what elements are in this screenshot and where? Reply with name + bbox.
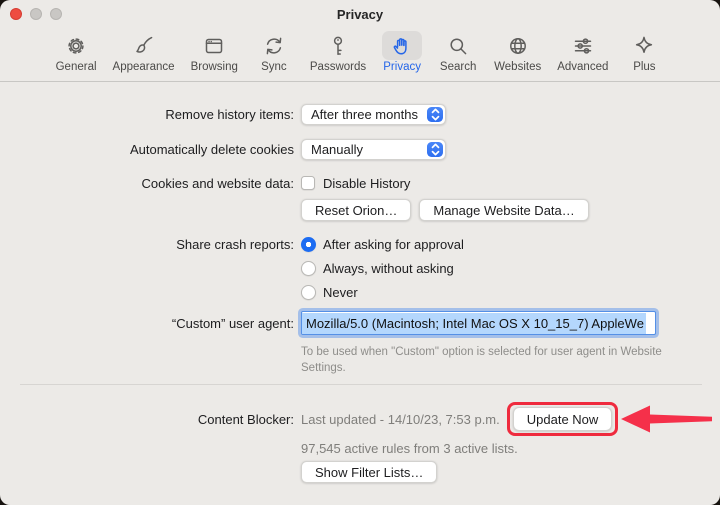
tab-label: Privacy [383, 61, 421, 73]
selected-text: Mozilla/5.0 (Macintosh; Intel Mac OS X 1… [302, 312, 646, 334]
zoom-window-button[interactable] [50, 8, 62, 20]
user-agent-help-text: To be used when "Custom" option is selec… [301, 346, 662, 374]
tab-browsing[interactable]: Browsing [186, 31, 243, 73]
custom-user-agent-label: “Custom” user agent: [171, 315, 294, 331]
close-window-button[interactable] [10, 8, 22, 20]
tab-label: Websites [494, 61, 542, 73]
tab-label: Advanced [557, 61, 609, 73]
section-divider [20, 384, 702, 385]
active-rules-text: 97,545 active rules from 3 active lists. [301, 440, 518, 456]
radio[interactable] [301, 284, 316, 300]
gear-icon [68, 37, 84, 54]
sync-arrows-icon [266, 37, 282, 54]
magnifier-icon [450, 37, 467, 54]
reset-orion-button[interactable]: Reset Orion… [301, 199, 412, 221]
disable-history-label: Disable History [323, 175, 411, 191]
tab-websites[interactable]: Websites [489, 31, 546, 73]
tab-label: General [55, 61, 97, 73]
website-data-label: Cookies and website data: [141, 175, 294, 191]
minimize-window-button[interactable] [30, 8, 42, 20]
tab-advanced[interactable]: Advanced [552, 31, 613, 73]
tab-plus[interactable]: Plus [619, 31, 669, 73]
hand-icon [393, 37, 407, 55]
browser-window-icon [205, 38, 223, 53]
tab-general[interactable]: General [51, 31, 102, 73]
disable-history-checkbox[interactable] [301, 176, 315, 190]
tab-label: Passwords [309, 61, 367, 73]
delete-cookies-popup[interactable]: Manually [301, 138, 446, 160]
show-filter-lists-button[interactable]: Show Filter Lists… [301, 461, 438, 483]
preferences-window: Privacy General Appearance Browsing Sync… [0, 0, 720, 505]
sparkle-icon [636, 36, 653, 53]
tab-label: Search [439, 61, 477, 73]
sliders-icon [574, 37, 592, 54]
popup-stepper-icon [427, 141, 443, 157]
radio[interactable] [301, 260, 316, 276]
tab-privacy[interactable]: Privacy [377, 31, 427, 73]
remove-history-label: Remove history items: [165, 106, 294, 122]
popup-value: After three months [311, 106, 418, 122]
paintbrush-icon [135, 36, 152, 53]
tab-passwords[interactable]: Passwords [305, 31, 371, 73]
tab-label: Appearance [112, 61, 175, 73]
annotation-arrow-icon [621, 405, 713, 433]
update-now-button[interactable]: Update Now [512, 407, 613, 431]
custom-user-agent-field[interactable]: Mozilla/5.0 (Macintosh; Intel Mac OS X 1… [301, 311, 656, 335]
tab-sync[interactable]: Sync [249, 31, 299, 73]
annotation-highlight-box: Update Now [506, 402, 713, 436]
crash-option-always[interactable]: Always, without asking [301, 260, 464, 276]
tab-label: Plus [633, 61, 656, 73]
globe-icon [509, 37, 526, 54]
key-icon [333, 36, 343, 55]
window-title: Privacy [336, 6, 384, 22]
tab-search[interactable]: Search [433, 31, 483, 73]
radio-selected[interactable] [301, 236, 316, 252]
tab-label: Sync [261, 61, 287, 73]
remove-history-popup[interactable]: After three months [301, 103, 446, 125]
last-updated-text: Last updated - 14/10/23, 7:53 p.m. [301, 411, 500, 427]
delete-cookies-label: Automatically delete cookies [129, 141, 294, 157]
crash-option-after-asking[interactable]: After asking for approval [301, 236, 464, 252]
crash-option-never[interactable]: Never [301, 284, 464, 300]
preferences-toolbar: General Appearance Browsing Sync Passwor… [0, 28, 720, 82]
privacy-pane: Remove history items: After three months… [0, 82, 720, 483]
title-bar: Privacy [0, 0, 720, 28]
content-blocker-label: Content Blocker: [197, 411, 294, 427]
tab-appearance[interactable]: Appearance [108, 31, 180, 73]
popup-stepper-icon [427, 106, 443, 122]
tab-label: Browsing [190, 61, 238, 73]
crash-reports-label: Share crash reports: [176, 237, 294, 252]
popup-value: Manually [311, 141, 364, 157]
manage-website-data-button[interactable]: Manage Website Data… [419, 199, 589, 221]
